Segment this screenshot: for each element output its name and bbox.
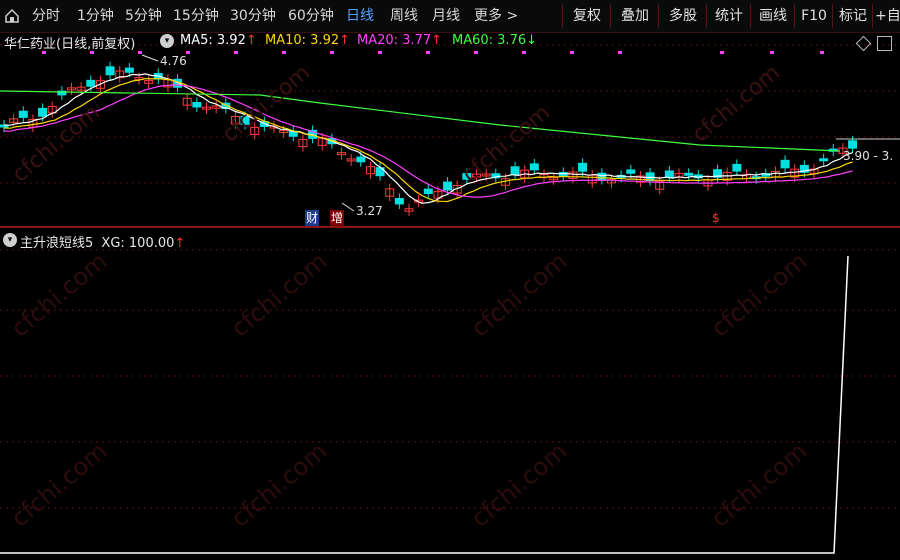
tab-daily[interactable]: 日线	[346, 0, 374, 32]
ma60-value: MA60: 3.76	[452, 33, 527, 48]
candle-body	[819, 158, 829, 162]
candle-body	[18, 110, 28, 118]
ma20-value: MA20: 3.77	[357, 33, 432, 48]
settings-circle-icon[interactable]: ▾	[160, 34, 174, 48]
tab-more[interactable]: 更多 >	[474, 0, 518, 32]
range-label: 3.90 - 3.	[843, 149, 893, 163]
watermark: cfchi.com	[466, 437, 573, 533]
statistics-button[interactable]: 统计	[706, 4, 751, 28]
indicator-settings-icon[interactable]: ▾	[3, 233, 17, 247]
ma20-legend: MA20: 3.77↑	[357, 33, 442, 48]
stock-title: 华仁药业(日线,前复权)	[4, 37, 136, 52]
signal-marker	[618, 51, 622, 54]
multi-stock-button[interactable]: 多股	[658, 4, 707, 28]
indicator-chart[interactable]: cfchi.com cfchi.com cfchi.com cfchi.com cfch…	[0, 228, 900, 560]
kline-chart[interactable]: 4.76 3.27 3.90 - 3. cfchi.com cfchi.com cfchi…	[0, 33, 900, 226]
candle-body	[529, 163, 539, 171]
period-toolbar: 分时 1分钟 5分钟 15分钟 30分钟 60分钟 日线 周线 月线 更多 > …	[0, 0, 900, 33]
candle-body	[578, 162, 588, 172]
high-price-pointer	[141, 54, 159, 62]
signal-marker	[522, 51, 526, 54]
ma10-arrow: ↑	[339, 33, 351, 48]
signal-marker	[570, 51, 574, 54]
ma20-arrow: ↑	[431, 33, 443, 48]
low-price-label: 3.27	[356, 204, 383, 218]
watermark: cfchi.com	[218, 60, 315, 147]
ma60-legend: MA60: 3.76↓	[452, 33, 537, 48]
signal-marker	[330, 51, 334, 54]
ma10-value: MA10: 3.92	[265, 33, 340, 48]
signal-marker	[234, 51, 238, 54]
watermark: cfchi.com	[706, 437, 813, 533]
tab-15min[interactable]: 15分钟	[173, 0, 219, 32]
candle-body	[86, 79, 96, 87]
tab-weekly[interactable]: 周线	[390, 0, 418, 32]
signal-marker	[770, 51, 774, 54]
add-watchlist-button[interactable]: +自选	[872, 4, 900, 28]
indicator-name: 主升浪短线5	[20, 236, 94, 251]
increase-badge[interactable]: 增	[330, 210, 345, 226]
overlay-button[interactable]: 叠加	[610, 4, 659, 28]
watermark: cfchi.com	[688, 60, 785, 147]
watermark: cfchi.com	[226, 247, 333, 343]
signal-marker	[282, 51, 286, 54]
maximize-icon[interactable]	[877, 36, 892, 51]
signal-marker	[426, 51, 430, 54]
candle-body	[780, 159, 790, 169]
finance-badge[interactable]: 财	[305, 210, 320, 226]
fuquan-button[interactable]: 复权	[562, 4, 611, 28]
candle-body	[443, 181, 453, 191]
signal-marker	[474, 51, 478, 54]
candle-body	[848, 140, 858, 149]
ma5-legend: MA5: 3.92↑	[180, 33, 257, 48]
tab-30min[interactable]: 30分钟	[230, 0, 276, 32]
home-icon[interactable]	[4, 8, 20, 24]
dollar-badge[interactable]: $	[711, 210, 721, 226]
candle-body	[356, 156, 366, 163]
candle-body	[732, 163, 742, 172]
indicator-title: 主升浪短线5 XG: 100.00↑	[20, 232, 185, 251]
tab-fenshi[interactable]: 分时	[32, 0, 60, 32]
candle-body	[394, 198, 404, 205]
watermark: cfchi.com	[226, 437, 333, 533]
kline-canvas: 4.763.273.90 - 3.cfchi.com cfchi.com cfchi…	[0, 44, 900, 218]
candle-body	[626, 169, 636, 174]
high-price-label: 4.76	[160, 54, 187, 68]
watermark: cfchi.com	[6, 247, 113, 343]
candle-body	[423, 188, 433, 194]
candle-body	[664, 170, 674, 178]
watermark: cfchi.com	[706, 247, 813, 343]
watermark: cfchi.com	[6, 437, 113, 533]
xg-value: XG: 100.00	[101, 236, 175, 251]
chevron-right-icon: >	[506, 8, 519, 24]
candle-body	[192, 102, 202, 108]
tab-1min[interactable]: 1分钟	[77, 0, 114, 32]
tab-more-label: 更多	[474, 8, 502, 24]
tab-5min[interactable]: 5分钟	[125, 0, 162, 32]
signal-marker	[378, 51, 382, 54]
tab-60min[interactable]: 60分钟	[288, 0, 334, 32]
ma5-arrow: ↑	[245, 33, 257, 48]
signal-marker	[720, 51, 724, 54]
tab-monthly[interactable]: 月线	[432, 0, 460, 32]
candle-body	[105, 66, 115, 76]
candle-body	[510, 166, 520, 176]
candle-body	[38, 107, 48, 117]
draw-line-button[interactable]: 画线	[750, 4, 795, 28]
signal-marker	[138, 51, 142, 54]
candle-body	[684, 172, 694, 176]
watermark: cfchi.com	[466, 247, 573, 343]
ma5-value: MA5: 3.92	[180, 33, 246, 48]
f10-button[interactable]: F10	[794, 4, 833, 28]
signal-marker	[820, 51, 824, 54]
ma10-legend: MA10: 3.92↑	[265, 33, 350, 48]
indicator-canvas: cfchi.com cfchi.com cfchi.com cfchi.com cfch…	[0, 247, 900, 554]
xg-arrow: ↑	[174, 236, 186, 251]
mark-button[interactable]: 标记	[832, 4, 873, 28]
ma60-arrow: ↓	[526, 33, 538, 48]
candle-body	[124, 67, 134, 73]
